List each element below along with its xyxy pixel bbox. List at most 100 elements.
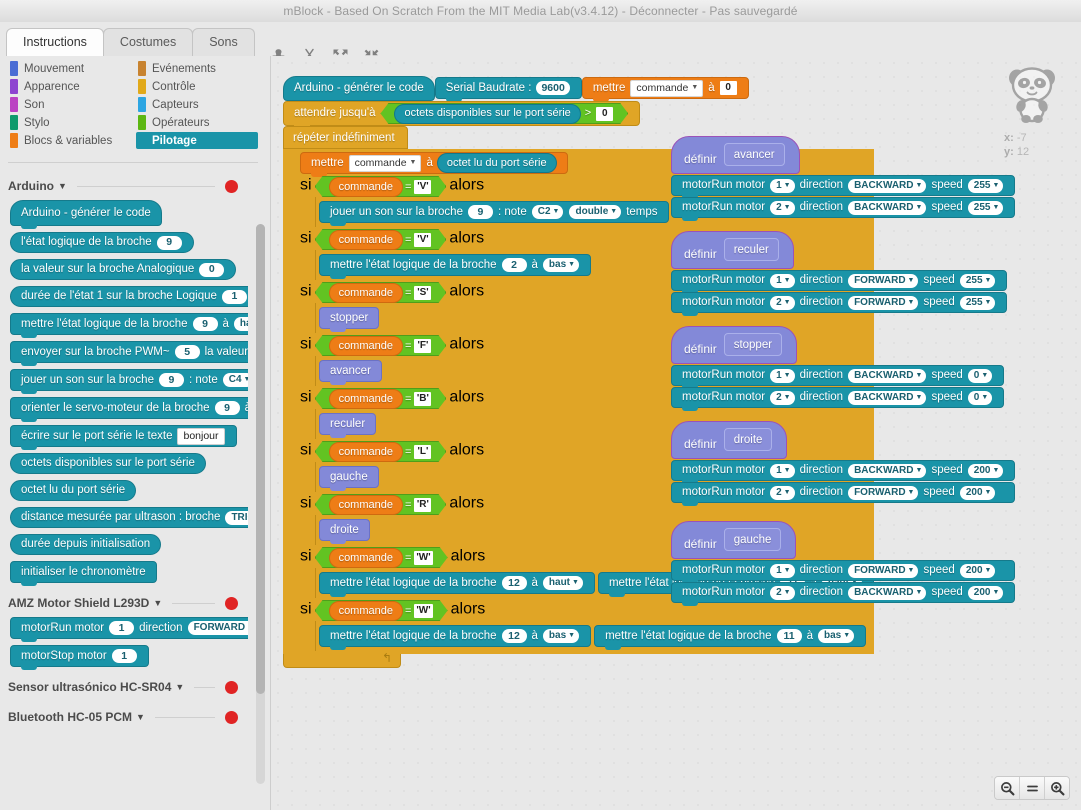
string-literal-field[interactable]: 0	[596, 107, 613, 121]
palette-block[interactable]: octet lu du port série	[10, 480, 137, 501]
tab-sons[interactable]: Sons	[192, 28, 255, 56]
set-pin-block[interactable]: mettre l'état logique de la broche 12 à hau…	[319, 572, 595, 597]
read-serial-set-block[interactable]: mettre commande ▼ à octet lu du port série	[300, 152, 568, 177]
dropdown-field[interactable]: TRIG▼	[225, 510, 248, 525]
tab-instructions[interactable]: Instructions	[6, 28, 104, 56]
number-field[interactable]: 5	[174, 345, 200, 359]
tab-costumes[interactable]: Costumes	[102, 28, 194, 56]
text-field[interactable]: bonjour	[177, 427, 225, 445]
dropdown-field[interactable]: 1 ▼	[770, 368, 795, 383]
dropdown-field[interactable]: haut▼	[542, 576, 583, 590]
custom-procedure-call-block[interactable]: reculer	[319, 413, 377, 438]
equals-operator[interactable]: commande = 'S'	[315, 282, 447, 303]
number-field[interactable]: 1	[221, 289, 247, 304]
dropdown-field[interactable]: BACKWARD ▼	[848, 368, 927, 383]
dropdown-field[interactable]: 1 ▼	[770, 273, 795, 288]
equals-operator[interactable]: commande = 'F'	[315, 335, 447, 356]
category-op-rateurs[interactable]: Opérateurs	[136, 114, 258, 131]
dropdown-field[interactable]: BACKWARD ▼	[848, 463, 927, 478]
dropdown-field[interactable]: 255 ▼	[967, 178, 1004, 193]
dropdown-field[interactable]: double ▼	[569, 205, 622, 219]
dropdown-field[interactable]: bas ▼	[542, 258, 580, 272]
serial-read-reporter[interactable]: octet lu du port série	[436, 153, 557, 173]
motor-run-block[interactable]: motorRun motor 1 ▼ direction FORWARD ▼ speed 20…	[671, 560, 1016, 584]
procedure-definition[interactable]: définir gauche motorRun motor 1 ▼ direction FO…	[671, 521, 1016, 606]
motor-run-block[interactable]: motorRun motor 1 ▼ direction FORWARD ▼ speed 25…	[671, 270, 1008, 294]
number-field[interactable]: 9	[156, 235, 182, 250]
string-literal-field[interactable]: 'L'	[414, 445, 431, 459]
dropdown-field[interactable]: FORWARD▼	[848, 295, 919, 310]
dropdown-field[interactable]: 0 ▼	[967, 390, 993, 405]
palette-block[interactable]: mettre l'état logique de la broche 9àhaut…	[10, 313, 248, 338]
dropdown-field[interactable]: 200 ▼	[959, 563, 996, 578]
define-hat-block[interactable]: définir gauche	[671, 521, 797, 559]
dropdown-field[interactable]: 2 ▼	[770, 200, 795, 215]
motor-run-block[interactable]: motorRun motor 2 ▼ direction BACKWARD ▼ speed 2…	[671, 197, 1016, 221]
string-literal-field[interactable]: 'W'	[414, 551, 432, 565]
equals-operator[interactable]: commande = 'R'	[315, 494, 447, 515]
string-literal-field[interactable]: 'S'	[414, 286, 431, 300]
category-ev-nements[interactable]: Evénements	[136, 60, 258, 77]
dropdown-field[interactable]: BACKWARD ▼	[848, 178, 927, 193]
variable-reporter[interactable]: commande	[329, 283, 403, 303]
string-literal-field[interactable]: 'V'	[414, 180, 431, 194]
number-field[interactable]: 9	[158, 373, 184, 387]
equals-operator[interactable]: commande = 'V'	[315, 176, 447, 197]
palette-block[interactable]: motorStop motor 1	[10, 645, 149, 670]
dropdown-field[interactable]: BACKWARD ▼	[848, 585, 927, 600]
script-canvas[interactable]: Arduino - générer le code Serial Baudrate…	[270, 56, 1081, 810]
palette-block[interactable]: Arduino - générer le code	[10, 200, 162, 229]
string-literal-field[interactable]: 'B'	[414, 392, 431, 406]
set-pin-block[interactable]: jouer un son sur la broche 9: note C2 ▼ doub…	[319, 201, 669, 226]
string-literal-field[interactable]: 'V'	[414, 233, 431, 247]
motor-run-block[interactable]: motorRun motor 1 ▼ direction BACKWARD ▼ speed 2…	[671, 460, 1016, 484]
motor-run-block[interactable]: motorRun motor 2 ▼ direction FORWARD ▼ speed 20…	[671, 482, 1016, 506]
palette-block[interactable]: durée de l'état 1 sur la broche Logique 1	[10, 286, 248, 307]
palette-block[interactable]: orienter le servo-moteur de la broche 9 à	[10, 397, 248, 422]
number-field[interactable]: 1	[111, 649, 137, 663]
category-apparence[interactable]: Apparence	[8, 78, 136, 95]
dropdown-field[interactable]: 1 ▼	[770, 463, 795, 478]
define-hat-block[interactable]: définir avancer	[671, 136, 800, 174]
dropdown-field[interactable]: 0 ▼	[967, 368, 993, 383]
palette-block[interactable]: distance mesurée par ultrason : broche TR…	[10, 507, 248, 528]
dropdown-field[interactable]: 255 ▼	[967, 200, 1004, 215]
zoom-out-button[interactable]	[995, 777, 1020, 799]
dropdown-field[interactable]: FORWARD▼	[848, 273, 919, 288]
motor-run-block[interactable]: motorRun motor 2 ▼ direction FORWARD ▼ speed 25…	[671, 292, 1008, 316]
dropdown-field[interactable]: 200 ▼	[967, 585, 1004, 600]
dropdown-field[interactable]: 2 ▼	[770, 485, 795, 500]
category-stylo[interactable]: Stylo	[8, 114, 136, 131]
dropdown-field[interactable]: BACKWARD ▼	[848, 200, 927, 215]
custom-procedure-call-block[interactable]: avancer	[319, 360, 382, 385]
number-field[interactable]: 12	[501, 576, 527, 590]
number-field[interactable]: 1	[109, 621, 135, 635]
number-field[interactable]: 9600	[536, 81, 570, 95]
dropdown-field[interactable]: 2 ▼	[770, 585, 795, 600]
dropdown-field[interactable]: FORWARD▼	[848, 563, 919, 578]
equals-operator[interactable]: commande = 'B'	[315, 388, 447, 409]
procedure-definition[interactable]: définir reculer motorRun motor 1 ▼ direction F…	[671, 231, 1008, 316]
category-pilotage[interactable]: Pilotage	[136, 132, 258, 149]
palette-group-arduino[interactable]: Arduino ▼	[8, 176, 248, 196]
dropdown-field[interactable]: BACKWARD ▼	[848, 390, 927, 405]
category-blocs-variables[interactable]: Blocs & variables	[8, 132, 136, 149]
palette-scrollbar[interactable]	[256, 224, 265, 784]
equals-operator[interactable]: commande = 'W'	[315, 600, 448, 621]
equals-operator[interactable]: commande = 'V'	[315, 229, 447, 250]
palette-scrollbar-thumb[interactable]	[256, 224, 265, 694]
palette-block[interactable]: initialiser le chronomètre	[10, 561, 157, 586]
category-contr-le[interactable]: Contrôle	[136, 78, 258, 95]
palette-group-amz-motor-shield-l293d[interactable]: AMZ Motor Shield L293D ▼	[8, 593, 248, 613]
dropdown-field[interactable]: 200 ▼	[959, 485, 996, 500]
define-hat-block[interactable]: définir stopper	[671, 326, 798, 364]
dropdown-field[interactable]: 2 ▼	[770, 390, 795, 405]
dropdown-field[interactable]: 1 ▼	[770, 178, 795, 193]
palette-block[interactable]: l'état logique de la broche 9	[10, 232, 194, 253]
procedure-definition[interactable]: définir droite motorRun motor 1 ▼ direction BA…	[671, 421, 1016, 506]
motor-run-block[interactable]: motorRun motor 2 ▼ direction BACKWARD ▼ speed 0…	[671, 387, 1005, 411]
palette-block[interactable]: octets disponibles sur le port série	[10, 453, 206, 474]
serial-baudrate-block[interactable]: Serial Baudrate : 9600	[434, 77, 582, 102]
generate-code-hat-block[interactable]: Arduino - générer le code	[283, 76, 435, 101]
palette-block[interactable]: la valeur sur la broche Analogique 0	[10, 259, 237, 280]
